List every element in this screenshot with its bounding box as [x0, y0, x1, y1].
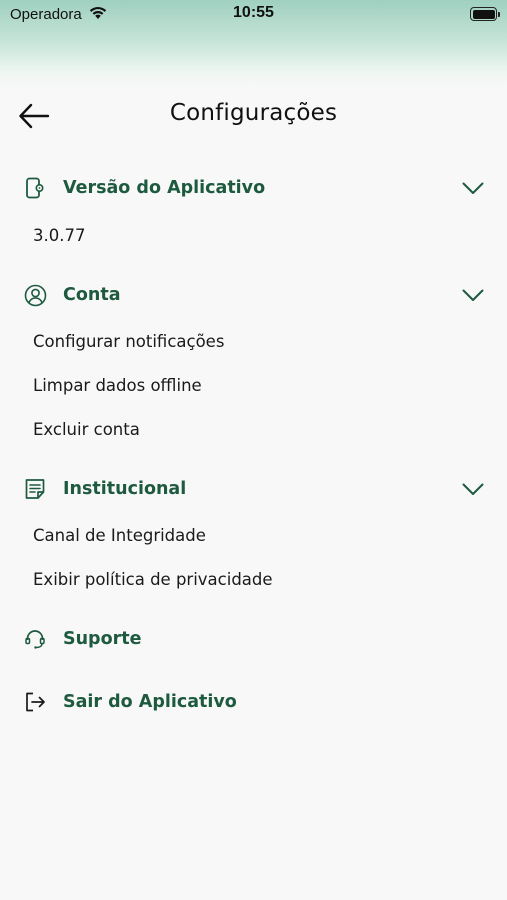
app-version-value: 3.0.77: [33, 226, 86, 245]
status-time: 10:55: [233, 4, 274, 21]
chevron-down-icon[interactable]: [460, 285, 486, 305]
section-institutional-title: Institucional: [63, 479, 187, 499]
section-institutional-header[interactable]: Institucional: [0, 471, 507, 507]
status-bar: Operadora 10:55: [0, 0, 507, 30]
delete-account-item[interactable]: Excluir conta: [33, 420, 140, 439]
section-support-title: Suporte: [63, 629, 142, 649]
section-support-header[interactable]: Suporte: [0, 621, 507, 657]
section-account-title: Conta: [63, 285, 121, 305]
logout-label: Sair do Aplicativo: [63, 692, 237, 712]
section-version-header[interactable]: Versão do Aplicativo: [0, 170, 507, 206]
section-version-title: Versão do Aplicativo: [63, 178, 266, 198]
user-circle-icon: [23, 283, 47, 307]
battery-icon: [470, 7, 500, 21]
phone-gear-icon: [23, 176, 47, 200]
configure-notifications-item[interactable]: Configurar notificações: [33, 332, 224, 351]
section-account-header[interactable]: Conta: [0, 277, 507, 313]
logout-icon: [23, 690, 47, 714]
integrity-channel-item[interactable]: Canal de Integridade: [33, 526, 206, 545]
page-header: Configurações: [0, 92, 507, 142]
logout-button[interactable]: Sair do Aplicativo: [0, 684, 507, 720]
privacy-policy-item[interactable]: Exibir política de privacidade: [33, 570, 273, 589]
chevron-down-icon[interactable]: [460, 178, 486, 198]
headset-icon: [23, 627, 47, 651]
page-title: Configurações: [169, 100, 338, 126]
chevron-down-icon[interactable]: [460, 479, 486, 499]
clear-offline-data-item[interactable]: Limpar dados offline: [33, 376, 202, 395]
document-icon: [23, 477, 47, 501]
